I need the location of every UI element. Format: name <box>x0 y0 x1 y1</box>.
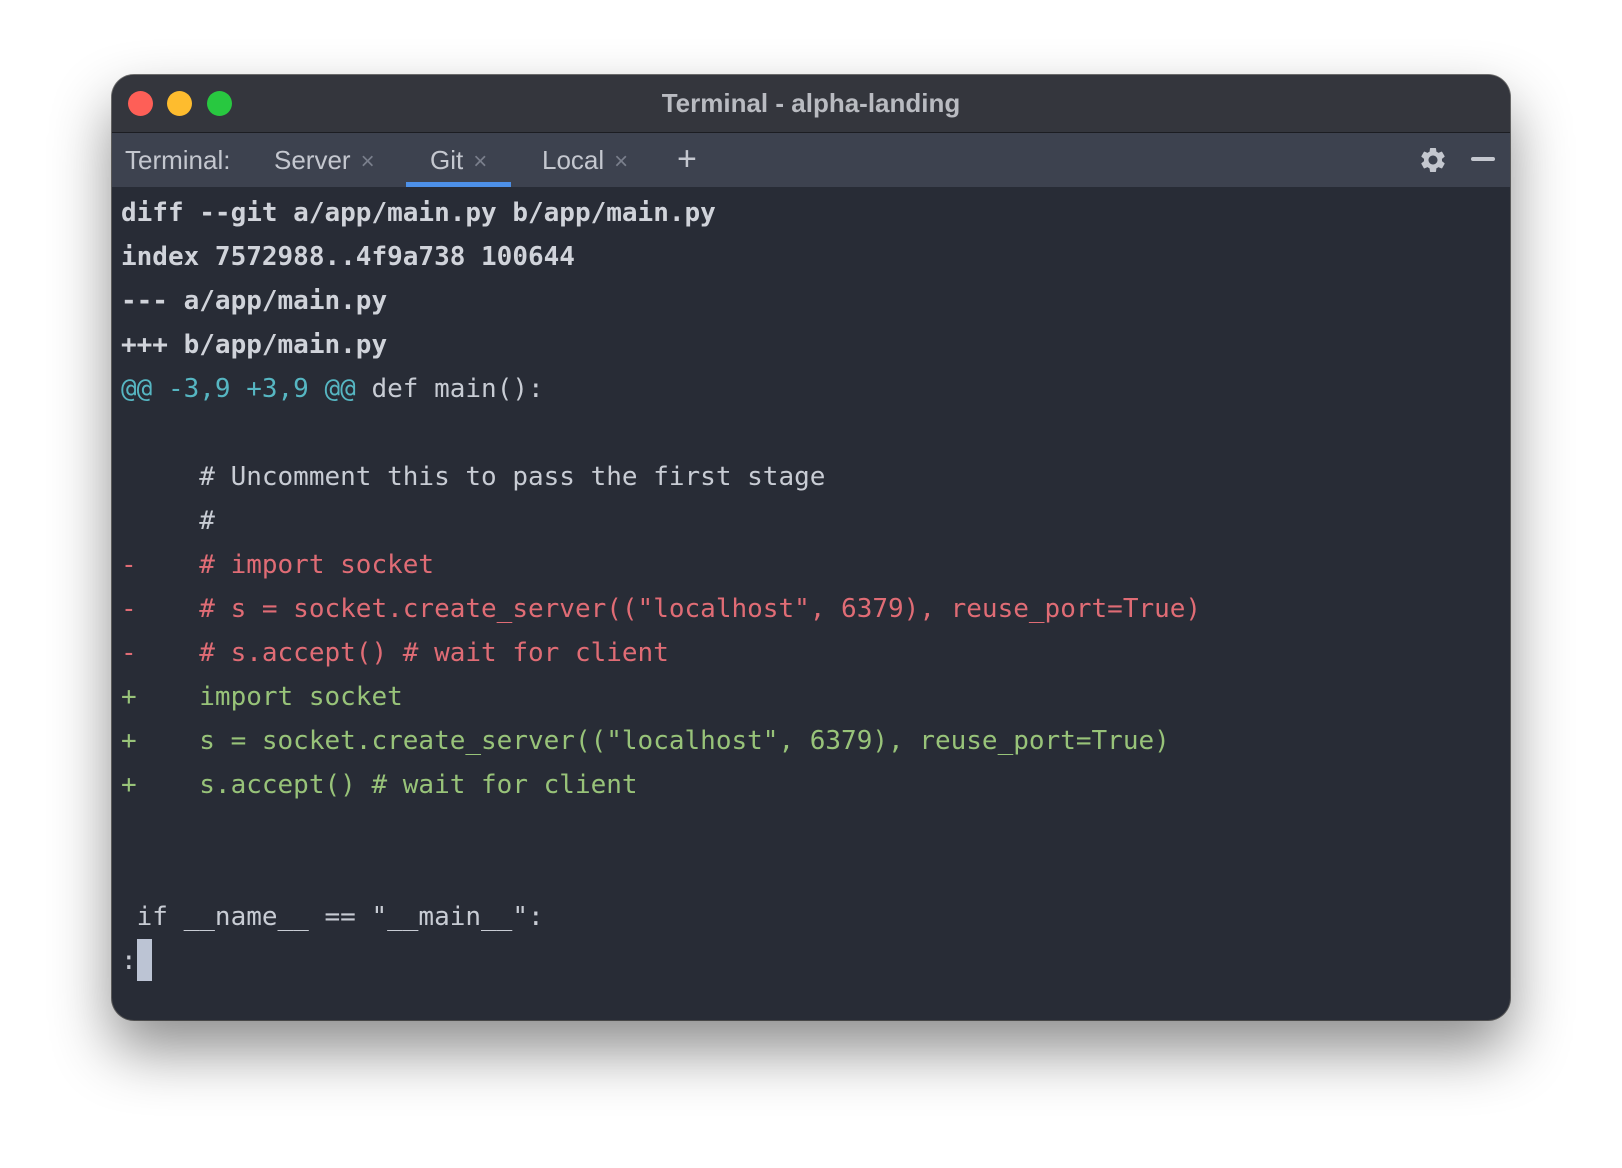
diff-header-line: diff --git a/app/main.py b/app/main.py <box>121 198 716 228</box>
add-tab-button[interactable]: + <box>677 133 697 185</box>
close-tab-icon[interactable]: × <box>361 148 375 175</box>
terminal-tab-bar: Terminal: Server × Git × Local × + <box>112 133 1510 187</box>
context-line: if __name__ == "__main__": <box>121 902 544 932</box>
diff-old-file-line: --- a/app/main.py <box>121 286 388 316</box>
context-line: # <box>121 506 215 536</box>
diff-new-file-line: +++ b/app/main.py <box>121 330 388 360</box>
tab-label: Local <box>542 145 605 175</box>
tab-git[interactable]: Git × <box>406 133 512 187</box>
hunk-range: @@ -3,9 +3,9 @@ <box>121 374 356 404</box>
title-bar: Terminal - alpha-landing <box>112 75 1510 133</box>
context-line <box>121 411 1510 455</box>
removed-line: - # s = socket.create_server(("localhost… <box>121 594 1202 624</box>
tab-local[interactable]: Local × <box>542 133 628 187</box>
context-line <box>121 851 1510 895</box>
pager-prompt[interactable]: : <box>121 939 1510 983</box>
added-line: + s = socket.create_server(("localhost",… <box>121 726 1170 756</box>
tab-server[interactable]: Server × <box>274 133 375 187</box>
terminal-output[interactable]: diff --git a/app/main.py b/app/main.py i… <box>121 191 1510 983</box>
tab-label: Server <box>274 145 351 175</box>
close-tab-icon[interactable]: × <box>473 148 487 175</box>
added-line: + import socket <box>121 682 403 712</box>
diff-index-line: index 7572988..4f9a738 100644 <box>121 242 575 272</box>
cursor <box>136 939 152 981</box>
tabbar-label: Terminal: <box>125 145 231 175</box>
gear-icon[interactable] <box>1418 145 1448 175</box>
terminal-window: Terminal - alpha-landing Terminal: Serve… <box>112 75 1510 1020</box>
active-tab-indicator <box>406 182 512 187</box>
close-tab-icon[interactable]: × <box>614 148 628 175</box>
minimize-icon[interactable] <box>1471 157 1495 161</box>
context-line: # Uncomment this to pass the first stage <box>121 462 826 492</box>
context-line <box>121 807 1510 851</box>
window-title: Terminal - alpha-landing <box>661 88 961 118</box>
hunk-header-line: @@ -3,9 +3,9 @@ def main(): <box>121 367 1510 411</box>
removed-line: - # import socket <box>121 550 435 580</box>
added-line: + s.accept() # wait for client <box>121 770 638 800</box>
hunk-context: def main(): <box>355 374 544 404</box>
tab-label: Git <box>430 145 464 175</box>
removed-line: - # s.accept() # wait for client <box>121 638 669 668</box>
pager-prompt-char: : <box>121 946 137 976</box>
